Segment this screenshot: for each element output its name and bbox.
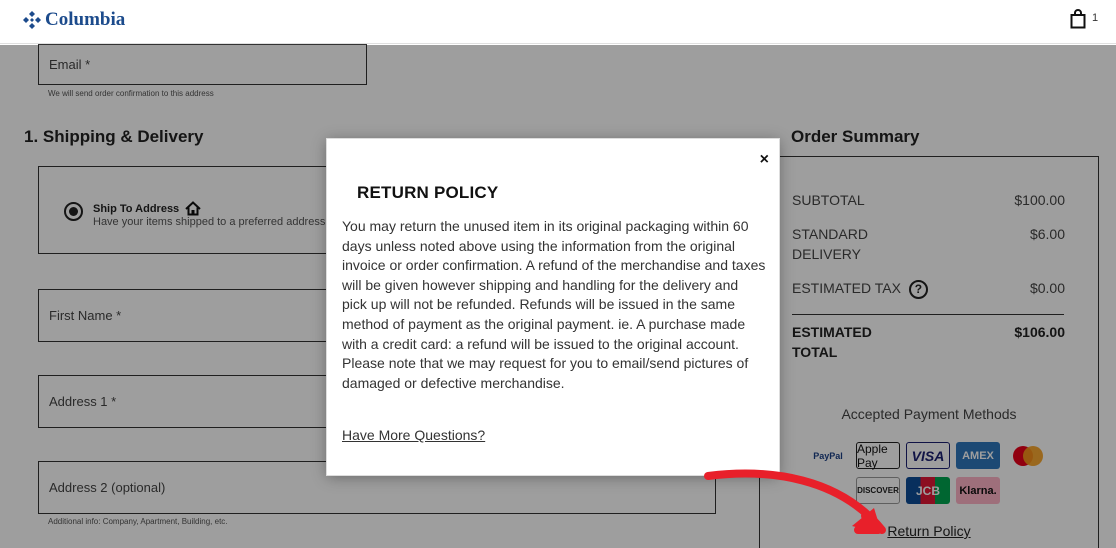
have-more-questions-link[interactable]: Have More Questions? [342, 427, 485, 443]
brand-name: Columbia [45, 9, 126, 30]
cart-count: 1 [1092, 12, 1099, 24]
columbia-diamond-icon [23, 11, 41, 29]
annotation-arrow-icon [704, 469, 886, 534]
cart-button[interactable]: 1 [1070, 9, 1098, 29]
modal-title: RETURN POLICY [357, 183, 499, 202]
return-policy-text: You may return the unused item in its or… [342, 218, 766, 391]
columbia-logo[interactable]: Columbia [22, 9, 125, 31]
site-header: Columbia 1 [0, 0, 1116, 44]
close-icon[interactable]: × [760, 151, 769, 169]
shopping-bag-icon [1070, 9, 1086, 29]
return-policy-modal: × RETURN POLICY You may return the unuse… [327, 139, 779, 475]
